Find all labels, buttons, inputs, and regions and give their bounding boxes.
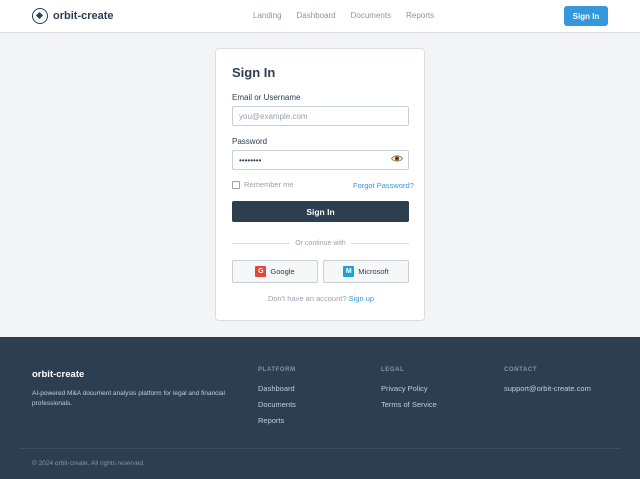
remember-me[interactable]: Remember me [232, 180, 294, 189]
or-divider: Or continue with [232, 240, 409, 247]
google-sign-in-button[interactable]: G Google [232, 260, 318, 283]
footer-description: AI-powered M&A document analysis platfor… [32, 390, 225, 407]
sign-in-submit-button[interactable]: Sign In [232, 201, 409, 222]
brand-name: orbit-create [53, 10, 114, 22]
email-input[interactable] [232, 106, 409, 126]
signup-row: Don't have an account? Sign up [216, 294, 426, 303]
footer-brand: orbit-create [32, 369, 85, 380]
password-label: Password [232, 137, 268, 146]
sign-up-link[interactable]: Sign up [349, 294, 374, 303]
header-sign-in-button[interactable]: Sign In [564, 6, 608, 26]
brand-logo[interactable]: orbit-create [32, 8, 114, 24]
footer-link-reports[interactable]: Reports [258, 416, 296, 425]
microsoft-sign-in-button[interactable]: M Microsoft [323, 260, 409, 283]
footer: orbit-create AI-powered M&A document ana… [0, 337, 640, 479]
nav-landing[interactable]: Landing [253, 11, 281, 20]
footer-divider [20, 448, 620, 449]
show-password-eye-icon[interactable] [391, 154, 403, 163]
divider-line-left [232, 243, 291, 244]
remember-me-label: Remember me [244, 180, 294, 189]
nav-dashboard[interactable]: Dashboard [296, 11, 335, 20]
footer-link-dashboard[interactable]: Dashboard [258, 384, 296, 393]
orbit-logo-icon [32, 8, 48, 24]
footer-legal-heading: LEGAL [381, 367, 405, 373]
footer-link-privacy[interactable]: Privacy Policy [381, 384, 437, 393]
sign-in-card: Sign In Email or Username Password Remem… [215, 48, 425, 321]
nav-documents[interactable]: Documents [351, 11, 391, 20]
nav-reports[interactable]: Reports [406, 11, 434, 20]
copyright: © 2024 orbit-create. All rights reserved… [32, 460, 145, 467]
footer-platform-heading: PLATFORM [258, 367, 296, 373]
footer-platform-column: PLATFORM Dashboard Documents Reports [258, 367, 296, 432]
footer-contact-column: CONTACT support@orbit-create.com [504, 367, 591, 400]
remember-me-checkbox[interactable] [232, 180, 240, 189]
no-account-text: Don't have an account? [267, 294, 347, 303]
password-input[interactable] [232, 150, 409, 170]
main-nav: Landing Dashboard Documents Reports [253, 11, 434, 20]
forgot-password-link[interactable]: Forgot Password? [353, 181, 414, 190]
google-label: Google [270, 267, 295, 276]
footer-link-terms[interactable]: Terms of Service [381, 400, 437, 409]
divider-text: Or continue with [295, 240, 346, 247]
email-label: Email or Username [232, 93, 301, 102]
footer-link-documents[interactable]: Documents [258, 400, 296, 409]
footer-legal-column: LEGAL Privacy Policy Terms of Service [381, 367, 437, 416]
footer-contact-email[interactable]: support@orbit-create.com [504, 384, 591, 393]
footer-contact-heading: CONTACT [504, 367, 538, 373]
microsoft-icon: M [343, 266, 355, 277]
sign-in-title: Sign In [232, 65, 276, 80]
divider-line-right [350, 243, 409, 244]
top-navbar: orbit-create Landing Dashboard Documents… [0, 0, 640, 33]
microsoft-label: Microsoft [358, 267, 389, 276]
google-icon: G [255, 266, 267, 277]
